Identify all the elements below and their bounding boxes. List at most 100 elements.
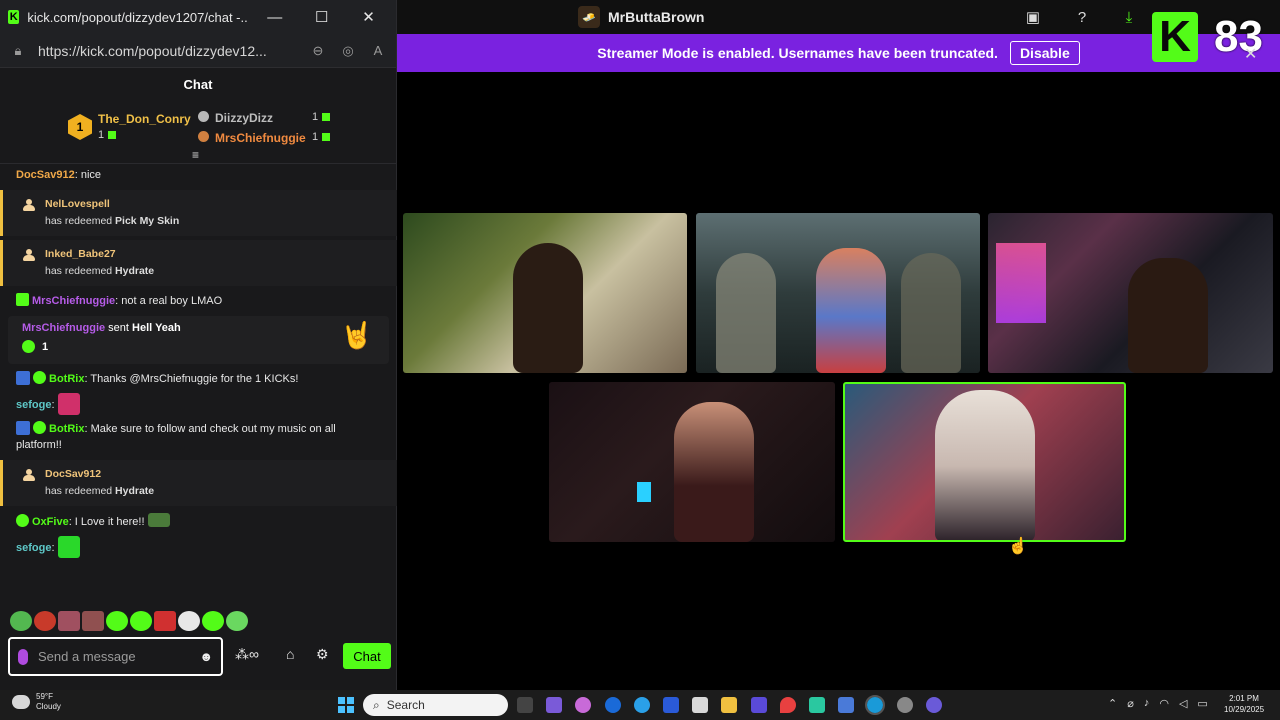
leader-3-name[interactable]: MrsChiefnuggie: [215, 131, 306, 145]
gift-amount: 1: [42, 340, 49, 353]
network-off-icon[interactable]: ⌀: [1127, 697, 1134, 710]
minimize-button[interactable]: —: [255, 9, 294, 26]
taskbar-search[interactable]: ⌕ Search: [363, 694, 508, 716]
kick-points-icon[interactable]: ⁂∞: [235, 646, 259, 663]
redeem-username[interactable]: DocSav912: [45, 466, 101, 483]
close-button[interactable]: ✕: [349, 8, 388, 26]
message-composer[interactable]: Send a message ☻: [8, 637, 223, 676]
chat-username[interactable]: sefoge: [16, 542, 51, 554]
message-input[interactable]: Send a message: [38, 649, 189, 664]
window-titlebar: K kick.com/popout/dizzydev1207/chat -...…: [0, 0, 396, 34]
store-icon[interactable]: [692, 697, 708, 713]
redeem-username[interactable]: Inked_Babe27: [45, 246, 116, 263]
collapse-icon[interactable]: ≡: [192, 148, 199, 162]
video-tile-3[interactable]: [988, 213, 1273, 373]
teams-icon[interactable]: [751, 697, 767, 713]
blue-light: [637, 482, 651, 502]
redeem-username[interactable]: NelLovespell: [45, 196, 110, 213]
emote-icon[interactable]: [106, 611, 128, 631]
leader-1-count: 1: [98, 129, 105, 141]
redeem-reward: Hydrate: [115, 265, 155, 277]
emote-icon[interactable]: [226, 611, 248, 631]
gift-card: MrsChiefnuggie sent Hell Yeah 1 🤘: [8, 316, 389, 364]
emote-icon[interactable]: [130, 611, 152, 631]
video-tile-5-highlighted[interactable]: [843, 382, 1126, 542]
chat-message: MrsChiefnuggie: not a real boy LMAO: [0, 290, 397, 312]
chat-username[interactable]: OxFive: [32, 516, 69, 528]
close-icon[interactable]: ✕: [1244, 44, 1257, 64]
emote-icon[interactable]: [34, 611, 56, 631]
gift-username[interactable]: MrsChiefnuggie: [22, 322, 105, 334]
wifi-icon[interactable]: ◠: [1159, 697, 1169, 710]
edge-active-icon[interactable]: [865, 695, 885, 715]
video-tile-1[interactable]: [403, 213, 687, 373]
help-icon[interactable]: ?: [1071, 6, 1093, 28]
windows-start-icon[interactable]: [338, 697, 354, 713]
emoji-icon[interactable]: ☻: [199, 649, 213, 664]
emote-icon[interactable]: [10, 611, 32, 631]
maps-icon[interactable]: [780, 697, 796, 713]
url-text[interactable]: https://kick.com/popout/dizzydev12...: [38, 43, 298, 59]
settings-gear-icon[interactable]: ⚙: [316, 646, 329, 663]
cloud-icon: [12, 695, 30, 709]
edge-icon[interactable]: [634, 697, 650, 713]
battery-icon[interactable]: ▭: [1197, 697, 1207, 710]
redeem-card: Inked_Babe27 has redeemed Hydrate: [0, 240, 397, 286]
video-tile-4[interactable]: [549, 382, 835, 542]
volume-icon[interactable]: ◁: [1179, 697, 1187, 710]
emote-icon[interactable]: [178, 611, 200, 631]
person-silhouette: [816, 248, 886, 373]
emote-icon[interactable]: [154, 611, 176, 631]
download-icon[interactable]: ⤓: [1118, 6, 1140, 28]
mic-icon[interactable]: [18, 648, 28, 665]
weather-widget[interactable]: 59°F Cloudy: [12, 692, 61, 712]
zoom-app-icon[interactable]: [663, 697, 679, 713]
channel-title[interactable]: 🧈 MrButtaBrown: [578, 6, 704, 28]
chat-username[interactable]: sefoge: [16, 399, 51, 411]
pc-lights: [996, 243, 1046, 323]
gift-store-icon[interactable]: ⌂: [286, 646, 294, 662]
leader-1-name[interactable]: The_Don_Conry: [98, 112, 191, 126]
mouse-cursor: ☝: [1008, 538, 1028, 555]
chat-send-button[interactable]: Chat: [343, 643, 391, 669]
task-view-icon[interactable]: [517, 697, 533, 713]
app-icon[interactable]: [838, 697, 854, 713]
window-title: kick.com/popout/dizzydev1207/chat -...: [27, 9, 248, 25]
chat-message: BotRix: Thanks @MrsChiefnuggie for the 1…: [0, 368, 397, 390]
file-explorer-icon[interactable]: [721, 697, 737, 713]
picture-in-picture-icon[interactable]: ▣: [1022, 6, 1044, 28]
kick-icon: [322, 133, 330, 141]
chat-text: :: [51, 399, 55, 411]
discord-icon[interactable]: [926, 697, 942, 713]
user-icon: [23, 248, 37, 261]
leader-2-count: 1: [312, 111, 319, 123]
address-bar[interactable]: 🔒︎ https://kick.com/popout/dizzydev12...…: [0, 34, 396, 68]
chat-username[interactable]: BotRix: [49, 373, 84, 385]
lock-icon[interactable]: 🔒︎: [8, 43, 28, 59]
chat-username[interactable]: BotRix: [49, 423, 84, 435]
emote-icon[interactable]: [82, 611, 104, 631]
chat-header: Chat: [0, 68, 396, 100]
app-icon[interactable]: [546, 697, 562, 713]
tracking-prevention-icon[interactable]: ◎: [338, 43, 358, 59]
hp-icon[interactable]: [605, 697, 621, 713]
mic-tray-icon[interactable]: ♪: [1144, 697, 1150, 710]
chat-username[interactable]: DocSav912: [16, 169, 75, 181]
maximize-button[interactable]: ☐: [302, 8, 341, 26]
leader-2-name[interactable]: DiizzyDizz: [215, 111, 273, 125]
channel-name: MrButtaBrown: [608, 9, 705, 25]
copilot-icon[interactable]: [575, 697, 591, 713]
emote-icon[interactable]: [58, 611, 80, 631]
read-aloud-icon[interactable]: A: [368, 43, 388, 58]
emote-icon[interactable]: [202, 611, 224, 631]
zoom-icon[interactable]: ⊖: [308, 43, 328, 59]
zombie-figure: [716, 253, 776, 373]
settings-icon[interactable]: [897, 697, 913, 713]
clock[interactable]: 2:01 PM 10/29/2025: [1224, 693, 1264, 715]
chat-username[interactable]: MrsChiefnuggie: [32, 295, 115, 307]
person-silhouette: [1128, 258, 1208, 373]
chevron-up-icon[interactable]: ⌃: [1108, 697, 1117, 710]
video-tile-2[interactable]: [696, 213, 980, 373]
disable-button[interactable]: Disable: [1009, 41, 1080, 65]
app-icon[interactable]: [809, 697, 825, 713]
